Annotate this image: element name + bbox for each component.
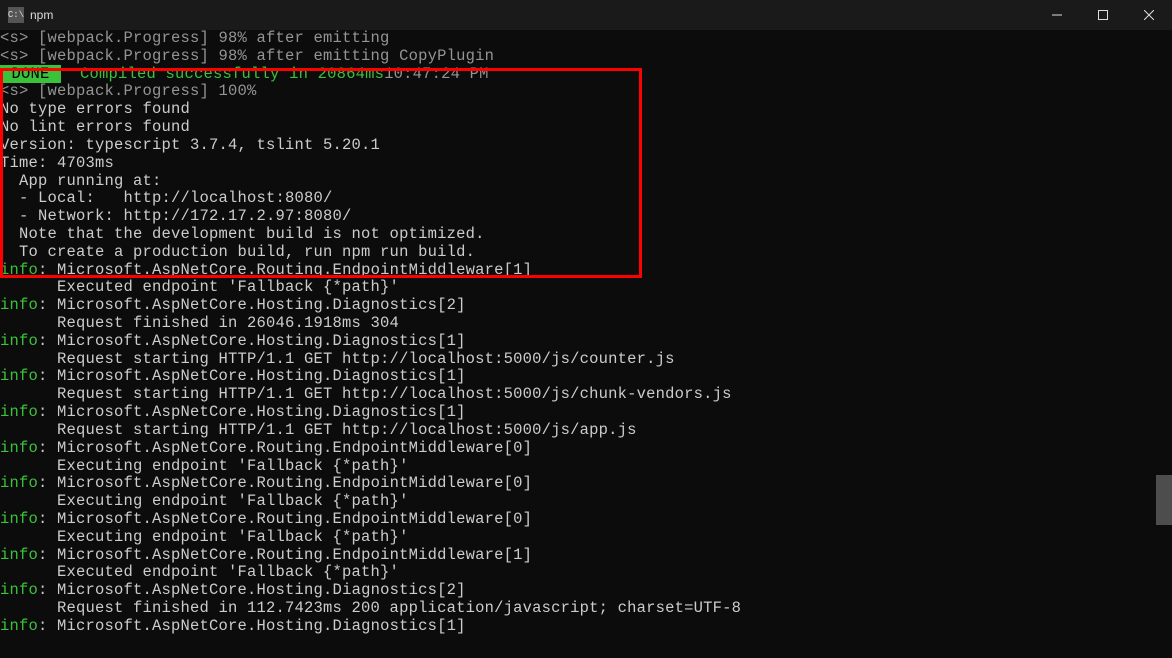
text-segment: No lint errors found <box>0 118 190 136</box>
text-segment: info <box>0 261 38 279</box>
text-segment: info <box>0 581 38 599</box>
text-segment: Executed endpoint 'Fallback {*path}' <box>0 278 399 296</box>
terminal-line: info: Microsoft.AspNetCore.Hosting.Diagn… <box>0 333 1172 351</box>
text-segment: - Network: http://172.17.2.97:8080/ <box>0 207 352 225</box>
text-segment: DONE <box>0 65 61 83</box>
terminal-line: Executing endpoint 'Fallback {*path}' <box>0 529 1172 547</box>
terminal-line: To create a production build, run npm ru… <box>0 244 1172 262</box>
terminal-line: Time: 4703ms <box>0 155 1172 173</box>
text-segment: 10:47:24 PM <box>384 65 489 83</box>
scrollbar-thumb[interactable] <box>1156 475 1172 525</box>
terminal-line: Request finished in 112.7423ms 200 appli… <box>0 600 1172 618</box>
text-segment: : Microsoft.AspNetCore.Routing.EndpointM… <box>38 474 532 492</box>
terminal-line: Executing endpoint 'Fallback {*path}' <box>0 458 1172 476</box>
text-segment: Compiled successfully in 20864ms <box>80 65 384 83</box>
terminal-line: App running at: <box>0 173 1172 191</box>
text-segment: : Microsoft.AspNetCore.Routing.EndpointM… <box>38 546 532 564</box>
close-button[interactable] <box>1126 0 1172 30</box>
maximize-button[interactable] <box>1080 0 1126 30</box>
text-segment: info <box>0 403 38 421</box>
text-segment: No type errors found <box>0 100 190 118</box>
text-segment: Request starting HTTP/1.1 GET http://loc… <box>0 385 732 403</box>
terminal-line: info: Microsoft.AspNetCore.Hosting.Diagn… <box>0 582 1172 600</box>
text-segment: : Microsoft.AspNetCore.Hosting.Diagnosti… <box>38 581 466 599</box>
terminal-line: Request starting HTTP/1.1 GET http://loc… <box>0 351 1172 369</box>
text-segment: : Microsoft.AspNetCore.Hosting.Diagnosti… <box>38 332 466 350</box>
terminal-line: <s> [webpack.Progress] 98% after emittin… <box>0 30 1172 48</box>
terminal-line: No lint errors found <box>0 119 1172 137</box>
terminal-line: info: Microsoft.AspNetCore.Hosting.Diagn… <box>0 368 1172 386</box>
text-segment: Executed endpoint 'Fallback {*path}' <box>0 563 399 581</box>
terminal-line: info: Microsoft.AspNetCore.Hosting.Diagn… <box>0 297 1172 315</box>
text-segment: info <box>0 332 38 350</box>
text-segment: Executing endpoint 'Fallback {*path}' <box>0 492 409 510</box>
text-segment: Request finished in 112.7423ms 200 appli… <box>0 599 741 617</box>
text-segment: <s> [webpack.Progress] 98% after emittin… <box>0 47 494 65</box>
text-segment: info <box>0 367 38 385</box>
text-segment: Note that the development build is not o… <box>0 225 485 243</box>
terminal-line: info: Microsoft.AspNetCore.Routing.Endpo… <box>0 440 1172 458</box>
terminal-line: Request starting HTTP/1.1 GET http://loc… <box>0 386 1172 404</box>
window-controls <box>1034 0 1172 30</box>
terminal-line: No type errors found <box>0 101 1172 119</box>
text-segment: To create a production build, run npm ru… <box>0 243 475 261</box>
text-segment: : Microsoft.AspNetCore.Hosting.Diagnosti… <box>38 617 466 635</box>
text-segment: <s> [webpack.Progress] 100% <box>0 82 257 100</box>
terminal-line: Executed endpoint 'Fallback {*path}' <box>0 279 1172 297</box>
minimize-button[interactable] <box>1034 0 1080 30</box>
text-segment: : Microsoft.AspNetCore.Routing.EndpointM… <box>38 439 532 457</box>
terminal-line: Note that the development build is not o… <box>0 226 1172 244</box>
window-title: npm <box>30 8 53 22</box>
text-segment: info <box>0 546 38 564</box>
text-segment: info <box>0 510 38 528</box>
text-segment: info <box>0 474 38 492</box>
terminal-line: info: Microsoft.AspNetCore.Hosting.Diagn… <box>0 618 1172 636</box>
terminal-line: <s> [webpack.Progress] 100% <box>0 83 1172 101</box>
titlebar[interactable]: C:\ npm <box>0 0 1172 30</box>
text-segment: Request starting HTTP/1.1 GET http://loc… <box>0 350 675 368</box>
terminal-line: info: Microsoft.AspNetCore.Routing.Endpo… <box>0 475 1172 493</box>
terminal-line: - Local: http://localhost:8080/ <box>0 190 1172 208</box>
text-segment: Executing endpoint 'Fallback {*path}' <box>0 457 409 475</box>
terminal-line: Executing endpoint 'Fallback {*path}' <box>0 493 1172 511</box>
terminal-line: <s> [webpack.Progress] 98% after emittin… <box>0 48 1172 66</box>
text-segment: Version: typescript 3.7.4, tslint 5.20.1 <box>0 136 380 154</box>
text-segment: <s> [webpack.Progress] 98% after emittin… <box>0 29 390 47</box>
text-segment: Request starting HTTP/1.1 GET http://loc… <box>0 421 637 439</box>
terminal-line: Request finished in 26046.1918ms 304 <box>0 315 1172 333</box>
app-icon: C:\ <box>8 7 24 23</box>
terminal-line: info: Microsoft.AspNetCore.Routing.Endpo… <box>0 547 1172 565</box>
terminal-line: Executed endpoint 'Fallback {*path}' <box>0 564 1172 582</box>
text-segment: Time: 4703ms <box>0 154 114 172</box>
text-segment: App running at: <box>0 172 162 190</box>
text-segment: : Microsoft.AspNetCore.Hosting.Diagnosti… <box>38 296 466 314</box>
text-segment <box>61 65 80 83</box>
terminal-line: Version: typescript 3.7.4, tslint 5.20.1 <box>0 137 1172 155</box>
text-segment: Executing endpoint 'Fallback {*path}' <box>0 528 409 546</box>
text-segment: - Local: http://localhost:8080/ <box>0 189 333 207</box>
terminal-line: - Network: http://172.17.2.97:8080/ <box>0 208 1172 226</box>
text-segment: : Microsoft.AspNetCore.Routing.EndpointM… <box>38 261 532 279</box>
text-segment: info <box>0 296 38 314</box>
text-segment: : Microsoft.AspNetCore.Hosting.Diagnosti… <box>38 367 466 385</box>
text-segment: info <box>0 617 38 635</box>
terminal-line: DONE Compiled successfully in 20864ms10:… <box>0 66 1172 84</box>
terminal-line: info: Microsoft.AspNetCore.Hosting.Diagn… <box>0 404 1172 422</box>
text-segment: : Microsoft.AspNetCore.Routing.EndpointM… <box>38 510 532 528</box>
terminal-line: info: Microsoft.AspNetCore.Routing.Endpo… <box>0 262 1172 280</box>
text-segment: Request finished in 26046.1918ms 304 <box>0 314 399 332</box>
terminal-output[interactable]: <s> [webpack.Progress] 98% after emittin… <box>0 30 1172 636</box>
terminal-line: info: Microsoft.AspNetCore.Routing.Endpo… <box>0 511 1172 529</box>
text-segment: info <box>0 439 38 457</box>
terminal-line: Request starting HTTP/1.1 GET http://loc… <box>0 422 1172 440</box>
text-segment: : Microsoft.AspNetCore.Hosting.Diagnosti… <box>38 403 466 421</box>
scrollbar-vertical[interactable] <box>1156 30 1172 658</box>
